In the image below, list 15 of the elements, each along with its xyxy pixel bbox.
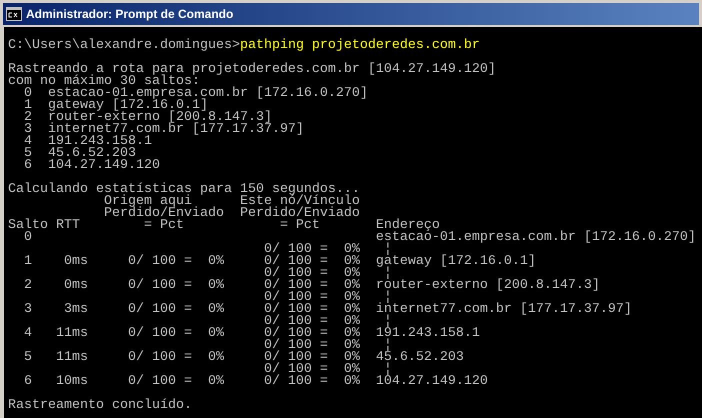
console-line: 1 gateway [172.16.0.1] bbox=[22, 100, 208, 112]
console-line: 5 45.6.52.203 bbox=[22, 148, 136, 160]
prompt-path: C:\Users\alexandre.domingues> bbox=[8, 40, 240, 52]
console-line: 6 10ms 0/ 100 = 0% 0/ 100 = 0% 104.27.149.120 bbox=[22, 376, 488, 388]
console-line: 3 internet77.com.br [177.17.37.97] bbox=[22, 124, 304, 136]
console-line: 0 estacao-01.empresa.com.br [172.16.0.270] bbox=[22, 88, 368, 100]
console-icon bbox=[6, 7, 22, 21]
console-line: Salto RTT = Pct = Pct Endereço bbox=[8, 220, 440, 232]
window-title: Administrador: Prompt de Comando bbox=[26, 6, 234, 23]
console-line: 4 191.243.158.1 bbox=[22, 136, 152, 148]
console-line: Perdido/Enviado Perdido/Enviado bbox=[102, 208, 360, 220]
command-text: pathping projetoderedes.com.br bbox=[240, 40, 480, 52]
console-line: 6 104.27.149.120 bbox=[22, 160, 160, 172]
console-line: Rastreamento concluído. bbox=[8, 400, 192, 412]
console-line: com no máximo 30 saltos: bbox=[8, 76, 200, 88]
